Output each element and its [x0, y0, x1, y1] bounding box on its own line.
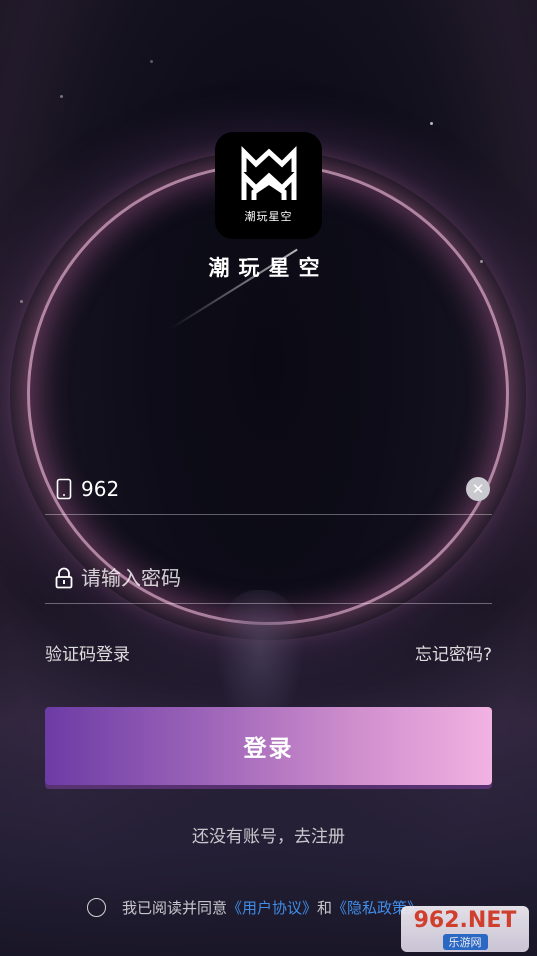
agree-radio[interactable]	[87, 898, 106, 917]
star	[430, 122, 433, 125]
logo-text: 潮玩星空	[244, 209, 293, 223]
phone-input[interactable]	[81, 477, 466, 501]
clear-icon[interactable]: ✕	[466, 477, 490, 501]
watermark-logo: 962.NET 乐游网	[401, 906, 529, 952]
lock-icon	[53, 566, 75, 590]
star	[150, 60, 153, 63]
login-button[interactable]: 登录	[45, 707, 492, 785]
watermark-bottom: 乐游网	[442, 934, 488, 950]
star	[20, 300, 23, 303]
phone-field[interactable]: ✕	[45, 464, 492, 515]
app-logo: 潮玩星空	[215, 132, 322, 239]
register-link[interactable]: 还没有账号，去注册	[0, 822, 537, 847]
agreement-and: 和	[317, 899, 333, 917]
agreement-row: 我已阅读并同意 《用户协议》 和 《隐私政策》	[87, 897, 422, 918]
sms-login-link[interactable]: 验证码登录	[45, 640, 130, 665]
star	[60, 95, 63, 98]
logo-mark-icon	[241, 145, 296, 200]
app-title: 潮玩星空	[208, 256, 329, 280]
watermark-top: 962.NET	[413, 908, 517, 933]
forgot-password-link[interactable]: 忘记密码?	[415, 640, 492, 665]
agreement-prefix: 我已阅读并同意	[122, 899, 228, 917]
password-field[interactable]	[45, 553, 492, 604]
password-input[interactable]	[81, 566, 492, 590]
phone-icon	[53, 477, 75, 501]
user-agreement-link[interactable]: 《用户协议》	[227, 897, 317, 918]
